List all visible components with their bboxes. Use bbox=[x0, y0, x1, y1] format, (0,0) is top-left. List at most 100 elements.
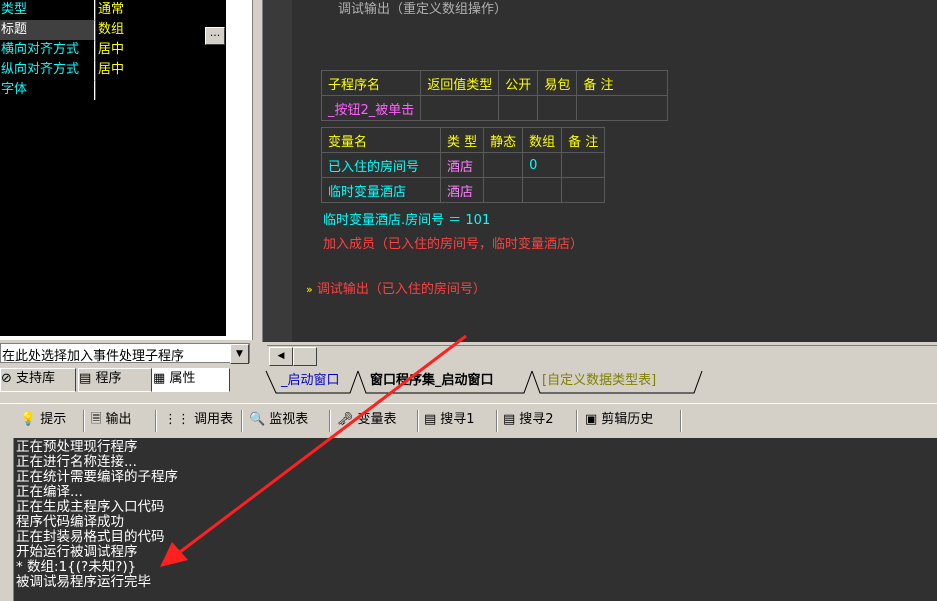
search-result-icon: ▤ bbox=[424, 412, 437, 427]
table-cell[interactable] bbox=[537, 95, 578, 121]
table-header: 变量名 bbox=[321, 127, 441, 153]
table-header: 数组 bbox=[522, 127, 563, 153]
property-row-type[interactable]: 类型 通常 bbox=[0, 0, 226, 21]
log-line: 正在编译... bbox=[16, 484, 83, 500]
variable-table: 变量名 类 型 静态 数组 备 注 已入住的房间号 酒店 0 临时变量酒店 酒店 bbox=[321, 127, 606, 203]
table-row[interactable]: 临时变量酒店 酒店 bbox=[321, 177, 606, 203]
tab-output[interactable]: 🗏 输出 bbox=[91, 409, 131, 433]
properties-icon: ▦ bbox=[153, 371, 166, 386]
table-header: 子程序名 bbox=[320, 70, 422, 96]
program-icon: ▤ bbox=[79, 371, 92, 386]
property-value[interactable]: 通常 bbox=[95, 0, 226, 20]
code-line-debug[interactable]: » 调试输出（已入住的房间号） bbox=[306, 278, 486, 297]
table-cell[interactable] bbox=[420, 95, 500, 121]
divider bbox=[241, 410, 243, 432]
tab-program[interactable]: ▤ 程序 bbox=[78, 368, 152, 392]
variable-array[interactable] bbox=[522, 177, 563, 203]
breakpoint-marker-icon: » bbox=[306, 283, 313, 296]
code-editor[interactable]: 调试输出（重定义数组操作） 子程序名 返回值类型 公开 易包 备 注 _按钮2_… bbox=[292, 0, 937, 342]
event-handler-select-text: 在此处选择加入事件处理子程序 bbox=[2, 349, 185, 364]
tab-watch[interactable]: 🔍 监视表 bbox=[249, 409, 308, 433]
property-name: 类型 bbox=[0, 0, 94, 20]
divider bbox=[83, 410, 85, 432]
table-row[interactable]: 已入住的房间号 酒店 0 bbox=[321, 152, 606, 178]
log-line: 正在生成主程序入口代码 bbox=[16, 499, 165, 515]
tab-search2[interactable]: ▤ 搜寻2 bbox=[503, 409, 554, 433]
table-cell[interactable] bbox=[561, 177, 606, 203]
library-icon: ⊘ bbox=[1, 371, 12, 386]
clipboard-icon: ▣ bbox=[585, 412, 598, 427]
variable-name[interactable]: 已入住的房间号 bbox=[321, 152, 441, 178]
tab-label: 搜寻1 bbox=[440, 412, 475, 427]
tab-hints[interactable]: 💡 提示 bbox=[20, 409, 66, 433]
property-row-halign[interactable]: 横向对齐方式 居中 bbox=[0, 40, 226, 61]
property-row-font[interactable]: 字体 bbox=[0, 80, 226, 101]
chevron-down-icon[interactable]: ▼ bbox=[230, 344, 249, 364]
property-value[interactable]: 居中 bbox=[95, 60, 226, 80]
variable-name[interactable]: 临时变量酒店 bbox=[321, 177, 441, 203]
table-header: 类 型 bbox=[439, 127, 485, 153]
tab-search1[interactable]: ▤ 搜寻1 bbox=[424, 409, 475, 433]
log-line: 正在预处理现行程序 bbox=[16, 439, 138, 455]
tab-label: 搜寻2 bbox=[519, 412, 554, 427]
property-row-valign[interactable]: 纵向对齐方式 居中 bbox=[0, 60, 226, 81]
search-result-icon: ▤ bbox=[503, 412, 516, 427]
table-header: 易包 bbox=[537, 70, 578, 96]
tab-label: 变量表 bbox=[357, 412, 397, 427]
property-name: 横向对齐方式 bbox=[0, 40, 94, 60]
tab-variables[interactable]: 🗝 变量表 bbox=[337, 409, 397, 433]
divider bbox=[329, 410, 331, 432]
code-comment: 调试输出（重定义数组操作） bbox=[338, 2, 508, 17]
subroutine-name[interactable]: _按钮2_被单击 bbox=[320, 95, 422, 121]
event-handler-select[interactable]: 在此处选择加入事件处理子程序 ▼ bbox=[0, 343, 250, 364]
scroll-right-icon[interactable] bbox=[293, 347, 317, 366]
table-cell[interactable] bbox=[483, 177, 524, 203]
table-header: 备 注 bbox=[561, 127, 606, 153]
code-line-text: 调试输出（已入住的房间号） bbox=[316, 282, 486, 297]
variable-type[interactable]: 酒店 bbox=[439, 152, 485, 178]
log-line: 正在封装易格式目的代码 bbox=[16, 529, 165, 545]
file-tab-start-window[interactable]: _启动窗口 bbox=[281, 371, 340, 392]
table-cell[interactable] bbox=[561, 152, 606, 178]
variable-array[interactable]: 0 bbox=[522, 152, 563, 178]
log-line: 程序代码编译成功 bbox=[16, 514, 124, 530]
table-cell[interactable] bbox=[576, 95, 669, 121]
lightbulb-icon: 💡 bbox=[20, 412, 37, 427]
property-name: 字体 bbox=[0, 80, 94, 100]
call-stack-icon: ⋮⋮ bbox=[164, 412, 190, 427]
output-log[interactable]: 正在预处理现行程序 正在进行名称连接... 正在统计需要编译的子程序 正在编译.… bbox=[13, 438, 937, 601]
tab-label: 监视表 bbox=[269, 412, 309, 427]
table-header: 返回值类型 bbox=[420, 70, 500, 96]
divider bbox=[417, 410, 419, 432]
file-tab-custom-types[interactable]: [自定义数据类型表] bbox=[542, 371, 656, 392]
tab-label: 提示 bbox=[40, 412, 67, 427]
table-cell[interactable] bbox=[483, 152, 524, 178]
code-line[interactable]: 加入成员（已入住的房间号，临时变量酒店） bbox=[323, 233, 583, 252]
output-icon: 🗏 bbox=[91, 412, 102, 427]
variable-type[interactable]: 酒店 bbox=[439, 177, 485, 203]
log-line: 正在进行名称连接... bbox=[16, 454, 137, 470]
table-header: 备 注 bbox=[576, 70, 669, 96]
tab-support-library[interactable]: ⊘ 支持库 bbox=[0, 368, 76, 392]
ellipsis-button[interactable]: ... bbox=[205, 27, 225, 45]
table-cell[interactable] bbox=[498, 95, 539, 121]
tab-call-stack[interactable]: ⋮⋮ 调用表 bbox=[164, 409, 233, 433]
variables-icon: 🗝 bbox=[337, 412, 354, 427]
property-row-title[interactable]: 标题 数组 bbox=[0, 20, 226, 41]
divider bbox=[155, 410, 157, 432]
scroll-left-icon[interactable]: ◀ bbox=[269, 347, 293, 366]
tab-label: 输出 bbox=[105, 412, 132, 427]
divider bbox=[496, 410, 498, 432]
file-tab-window-assembly[interactable]: 窗口程序集_启动窗口 bbox=[370, 371, 494, 392]
table-header: 静态 bbox=[483, 127, 524, 153]
tab-clip-history[interactable]: ▣ 剪辑历史 bbox=[585, 409, 653, 433]
output-toolbar: 💡 提示 🗏 输出 ⋮⋮ 调用表 🔍 监视表 🗝 变量表 ▤ 搜寻1 ▤ 搜寻2 ▣ 剪辑历史 bbox=[0, 403, 937, 435]
horizontal-scrollbar[interactable]: ◀ bbox=[267, 345, 937, 366]
code-line[interactable]: 临时变量酒店.房间号 ＝ 101 bbox=[323, 209, 490, 228]
property-value[interactable] bbox=[95, 80, 226, 100]
tab-label: 剪辑历史 bbox=[601, 412, 654, 427]
log-line: 正在统计需要编译的子程序 bbox=[16, 469, 178, 485]
property-panel: 类型 通常 标题 数组 横向对齐方式 居中 纵向对齐方式 居中 字体 ... bbox=[0, 0, 253, 340]
divider bbox=[576, 410, 578, 432]
tab-properties[interactable]: ▦ 属性 bbox=[152, 368, 230, 392]
